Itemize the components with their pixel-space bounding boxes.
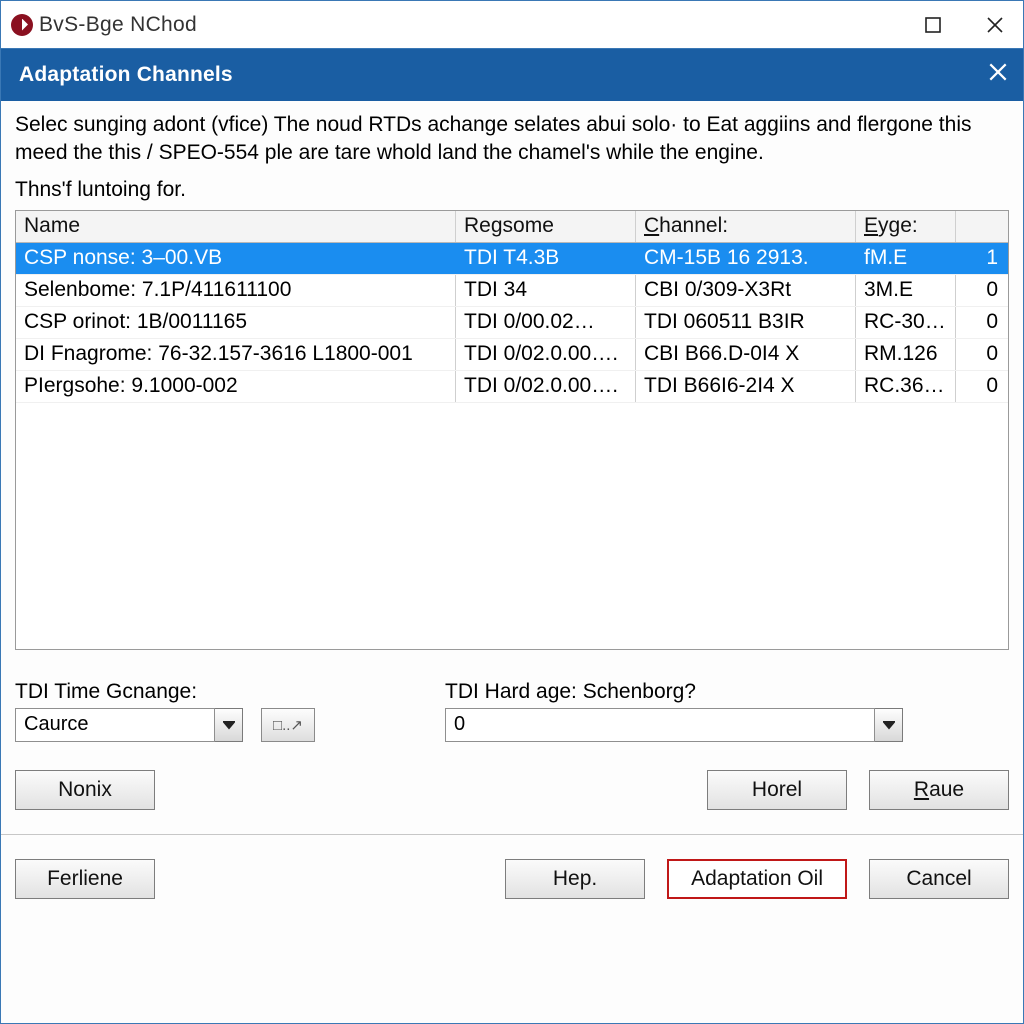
tdi-time-label: TDI Time Gcnange: xyxy=(15,680,315,704)
table-row[interactable]: DI Fnagrome: 76-32.157-3616 L1800-001TDI… xyxy=(16,339,1008,371)
cell-channel: TDI 060511 B3IR xyxy=(636,307,856,338)
horel-button[interactable]: Horel xyxy=(707,770,847,810)
col-name-header[interactable]: Name xyxy=(16,211,456,242)
ferliene-button[interactable]: Ferliene xyxy=(15,859,155,899)
dialog-title: Adaptation Channels xyxy=(19,63,233,87)
raue-button[interactable]: Raue xyxy=(869,770,1009,810)
cell-channel: TDI B66I6-2I4 X xyxy=(636,371,856,402)
button-row-2: Ferliene Hep. Adaptation Oil Cancel xyxy=(15,859,1009,913)
cell-name: DI Fnagrome: 76-32.157-3616 L1800-001 xyxy=(16,339,456,370)
dialog-close-button[interactable] xyxy=(987,61,1009,89)
cell-regsome: TDI T4.3B xyxy=(456,243,636,274)
tdi-time-combo[interactable] xyxy=(15,708,243,742)
col-num-header[interactable] xyxy=(956,211,1006,242)
cell-eyge: fM.E xyxy=(856,243,956,274)
table-row[interactable]: PIergsohe: 9.1000-002TDI 0/02.0.00….TDI … xyxy=(16,371,1008,403)
tdi-hard-dropdown[interactable] xyxy=(875,708,903,742)
intro-subtext: Thns'f luntoing for. xyxy=(15,178,1009,202)
cell-channel: CM-15B 16 2913. xyxy=(636,243,856,274)
tdi-time-dropdown[interactable] xyxy=(215,708,243,742)
col-eyge-header[interactable]: Eyge: xyxy=(856,211,956,242)
cell-eyge: 3M.E xyxy=(856,275,956,306)
cell-regsome: TDI 0/02.0.00…. xyxy=(456,371,636,402)
cell-regsome: TDI 34 xyxy=(456,275,636,306)
col-regsome-header[interactable]: Regsome xyxy=(456,211,636,242)
cell-channel: CBI 0/309-X3Rt xyxy=(636,275,856,306)
button-row-1: Nonix Horel Raue xyxy=(15,770,1009,810)
hep-button[interactable]: Hep. xyxy=(505,859,645,899)
table-row[interactable]: Selenbome: 7.1P/411611100TDI 34CBI 0/309… xyxy=(16,275,1008,307)
channels-table[interactable]: Name Regsome Channel: Eyge: CSP nonse: 3… xyxy=(15,210,1009,650)
cell-num: 0 xyxy=(956,307,1006,338)
table-row[interactable]: CSP orinot: 1B/0011165TDI 0/00.02…TDI 06… xyxy=(16,307,1008,339)
nonix-button[interactable]: Nonix xyxy=(15,770,155,810)
cell-name: Selenbome: 7.1P/411611100 xyxy=(16,275,456,306)
close-icon xyxy=(987,61,1009,83)
table-row[interactable]: CSP nonse: 3–00.VBTDI T4.3BCM-15B 16 291… xyxy=(16,243,1008,275)
tdi-hard-label: TDI Hard age: Schenborg? xyxy=(445,680,905,704)
dialog-body: Selec sunging adont (vfice) The noud RTD… xyxy=(1,101,1023,1023)
separator xyxy=(1,834,1023,835)
table-header: Name Regsome Channel: Eyge: xyxy=(16,211,1008,243)
intro-text: Selec sunging adont (vfice) The noud RTD… xyxy=(15,111,1009,168)
cell-eyge: RC-300… xyxy=(856,307,956,338)
tdi-hard-combo[interactable] xyxy=(445,708,905,742)
maximize-button[interactable] xyxy=(905,1,961,48)
cell-channel: CBI B66.D-0I4 X xyxy=(636,339,856,370)
form-row: TDI Time Gcnange: □..↗ TDI Hard age: Sch… xyxy=(15,680,1009,742)
col-channel-header[interactable]: Channel: xyxy=(636,211,856,242)
app-icon xyxy=(11,14,33,36)
cell-num: 1 xyxy=(956,243,1006,274)
close-icon xyxy=(985,15,1005,35)
app-title: BvS-Bge NChod xyxy=(39,13,197,37)
cell-name: PIergsohe: 9.1000-002 xyxy=(16,371,456,402)
cell-eyge: RM.126 xyxy=(856,339,956,370)
chevron-down-icon xyxy=(223,719,235,731)
chevron-down-icon xyxy=(883,719,895,731)
outer-titlebar: BvS-Bge NChod xyxy=(1,1,1023,49)
cell-name: CSP nonse: 3–00.VB xyxy=(16,243,456,274)
tdi-time-input[interactable] xyxy=(15,708,215,742)
cell-num: 0 xyxy=(956,371,1006,402)
outer-close-button[interactable] xyxy=(967,1,1023,48)
cell-eyge: RC.360… xyxy=(856,371,956,402)
maximize-icon xyxy=(923,15,943,35)
cell-name: CSP orinot: 1B/0011165 xyxy=(16,307,456,338)
table-body: CSP nonse: 3–00.VBTDI T4.3BCM-15B 16 291… xyxy=(16,243,1008,649)
cancel-button[interactable]: Cancel xyxy=(869,859,1009,899)
adaptation-oil-button[interactable]: Adaptation Oil xyxy=(667,859,847,899)
tdi-hard-input[interactable] xyxy=(445,708,875,742)
dialog-titlebar: Adaptation Channels xyxy=(1,49,1023,101)
cell-num: 0 xyxy=(956,339,1006,370)
aux-icon-button[interactable]: □..↗ xyxy=(261,708,315,742)
cell-regsome: TDI 0/00.02… xyxy=(456,307,636,338)
app-window: BvS-Bge NChod Adaptation Channels Selec … xyxy=(0,0,1024,1024)
cell-regsome: TDI 0/02.0.00…. xyxy=(456,339,636,370)
cell-num: 0 xyxy=(956,275,1006,306)
